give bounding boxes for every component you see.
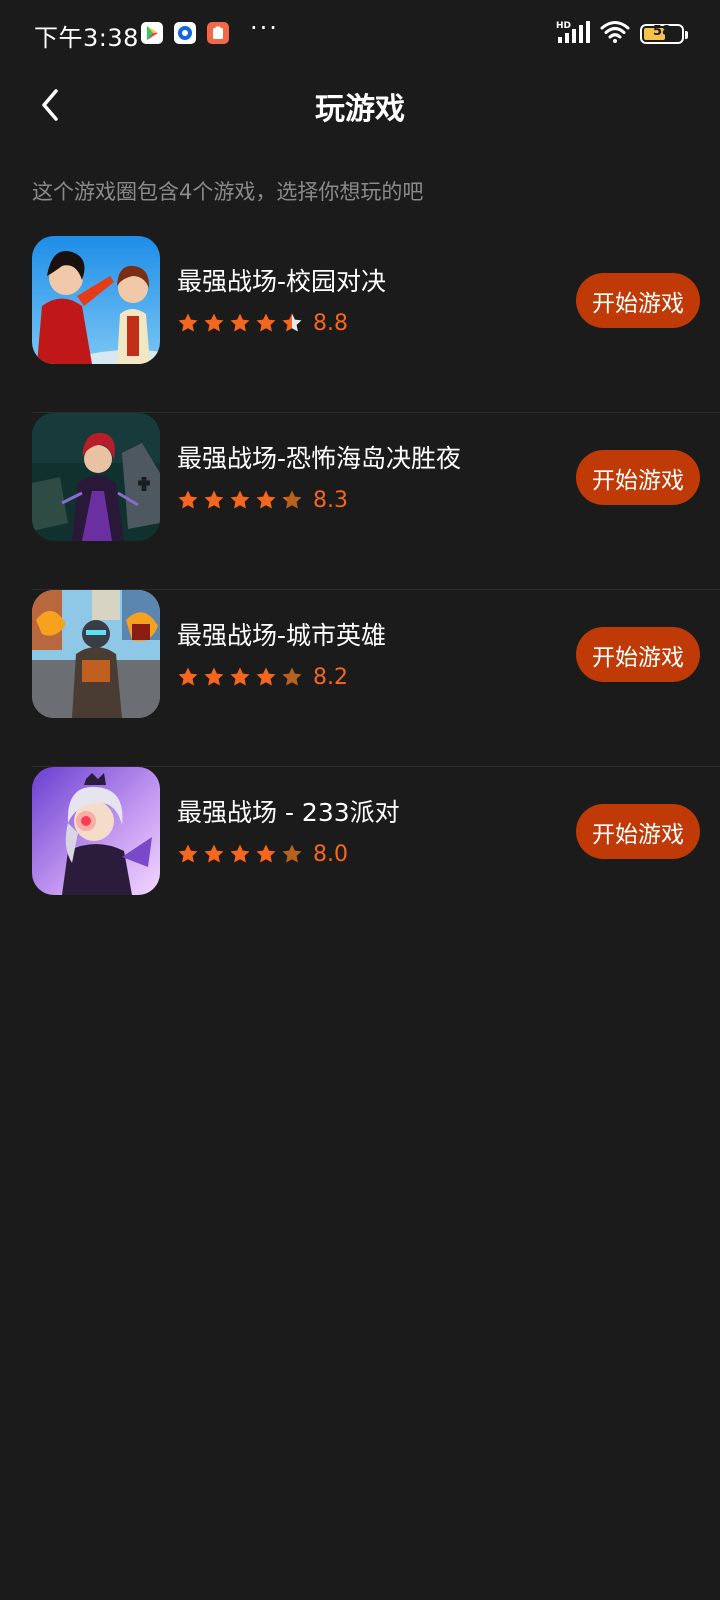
star-icon	[256, 313, 276, 332]
star-icon	[230, 490, 250, 509]
star-icon	[282, 313, 302, 332]
status-bar: 下午3:38 ··· HD 58	[0, 0, 720, 70]
game-thumbnail[interactable]	[32, 767, 160, 895]
more-notifications-icon: ···	[250, 14, 279, 42]
start-game-button[interactable]: 开始游戏	[576, 273, 700, 328]
status-indicators: HD 58	[556, 19, 688, 49]
page-title: 玩游戏	[315, 92, 405, 127]
rating-row: 8.0	[177, 839, 348, 869]
star-rating	[177, 666, 307, 688]
start-game-button[interactable]: 开始游戏	[576, 804, 700, 859]
battery-icon: 58	[640, 24, 688, 44]
star-icon	[256, 667, 276, 686]
rating-value: 8.2	[313, 664, 348, 690]
rating-value: 8.0	[313, 841, 348, 867]
star-icon	[282, 844, 302, 863]
rating-row: 8.2	[177, 662, 348, 692]
rating-value: 8.8	[313, 310, 348, 336]
game-count-subtitle: 这个游戏圈包含4个游戏，选择你想玩的吧	[32, 180, 424, 204]
rating-row: 8.3	[177, 485, 348, 515]
star-icon	[178, 313, 198, 332]
star-icon	[282, 667, 302, 686]
game-item[interactable]: 最强战场-校园对决 8.8 开始游戏	[0, 236, 720, 413]
star-rating	[177, 843, 307, 865]
star-icon	[204, 313, 224, 332]
star-icon	[256, 844, 276, 863]
rating-value: 8.3	[313, 487, 348, 513]
star-icon	[256, 490, 276, 509]
star-icon	[204, 667, 224, 686]
game-item[interactable]: 最强战场-恐怖海岛决胜夜 8.3 开始游戏	[0, 413, 720, 590]
play-store-icon	[141, 22, 163, 44]
star-icon	[230, 844, 250, 863]
start-game-button[interactable]: 开始游戏	[576, 450, 700, 505]
star-icon	[204, 844, 224, 863]
game-list: 最强战场-校园对决 8.8 开始游戏 最强战场-恐怖海岛决胜夜 8.3 开始游戏…	[0, 236, 720, 944]
game-name: 最强战场-城市英雄	[177, 621, 387, 650]
star-icon	[178, 490, 198, 509]
battery-level-text: 58	[652, 24, 672, 39]
game-thumbnail[interactable]	[32, 590, 160, 718]
star-icon	[230, 313, 250, 332]
star-icon	[178, 667, 198, 686]
signal-hd-label: HD	[556, 21, 571, 31]
game-name: 最强战场-恐怖海岛决胜夜	[177, 444, 462, 473]
star-icon	[178, 844, 198, 863]
rating-row: 8.8	[177, 308, 348, 338]
status-time: 下午3:38	[34, 24, 139, 52]
signal-icon: HD	[556, 19, 590, 49]
star-rating	[177, 312, 307, 334]
wifi-icon	[600, 20, 630, 48]
battery-tip	[685, 31, 688, 39]
game-thumbnail[interactable]	[32, 413, 160, 541]
game-item[interactable]: 最强战场-城市英雄 8.2 开始游戏	[0, 590, 720, 767]
game-name: 最强战场 - 233派对	[177, 798, 400, 827]
browser-app-icon	[174, 22, 196, 44]
game-thumbnail[interactable]	[32, 236, 160, 364]
star-icon	[282, 490, 302, 509]
star-icon	[230, 667, 250, 686]
clipboard-app-icon	[207, 22, 229, 44]
game-name: 最强战场-校园对决	[177, 267, 387, 296]
star-rating	[177, 489, 307, 511]
header: 玩游戏	[0, 70, 720, 140]
start-game-button[interactable]: 开始游戏	[576, 627, 700, 682]
game-item[interactable]: 最强战场 - 233派对 8.0 开始游戏	[0, 767, 720, 944]
star-icon	[204, 490, 224, 509]
